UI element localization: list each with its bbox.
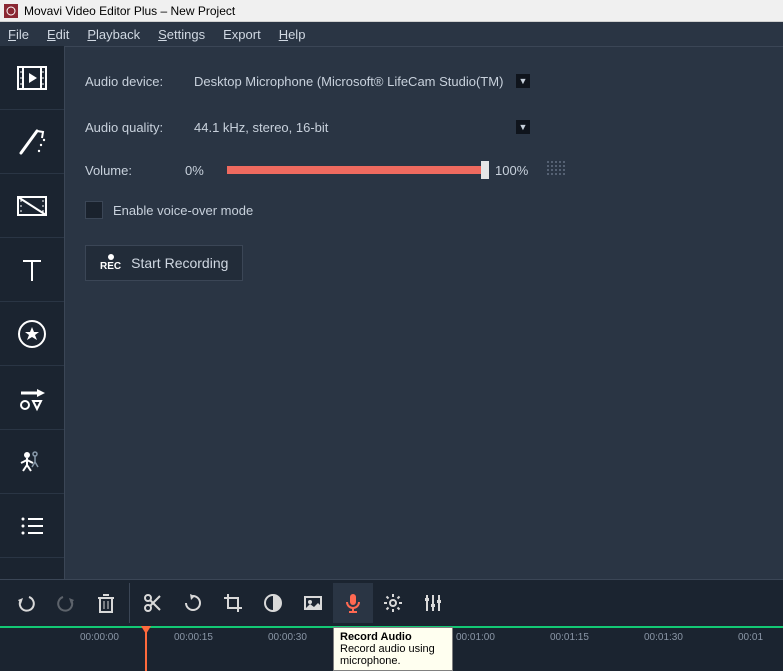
start-recording-button[interactable]: REC Start Recording	[85, 245, 243, 281]
audio-quality-select[interactable]: 44.1 kHz, stereo, 16-bit ▼	[185, 115, 535, 139]
crop-button[interactable]	[213, 583, 253, 623]
main: Audio device: Desktop Microphone (Micros…	[0, 46, 783, 579]
audio-quality-label: Audio quality:	[85, 120, 185, 135]
volume-min: 0%	[185, 163, 217, 178]
sidebar-filters-icon[interactable]	[0, 110, 64, 174]
equalizer-button[interactable]	[413, 583, 453, 623]
toolbar-divider	[129, 583, 130, 623]
sidebar-media-icon[interactable]	[0, 46, 64, 110]
menu-playback[interactable]: Playback	[87, 27, 140, 42]
sidebar-more-icon[interactable]	[0, 494, 64, 558]
tooltip-body: Record audio using microphone.	[340, 643, 446, 667]
time-tick: 00:00:30	[268, 632, 307, 643]
volume-meter-icon	[547, 161, 565, 179]
split-button[interactable]	[133, 583, 173, 623]
sidebar-stickers-icon[interactable]	[0, 302, 64, 366]
menubar: File Edit Playback Settings Export Help	[0, 22, 783, 46]
volume-slider[interactable]	[227, 166, 485, 174]
menu-help[interactable]: Help	[279, 27, 306, 42]
record-audio-button[interactable]: Record Audio Record audio using micropho…	[333, 583, 373, 623]
undo-button[interactable]	[6, 583, 46, 623]
redo-button[interactable]	[46, 583, 86, 623]
record-audio-tooltip: Record Audio Record audio using micropho…	[333, 627, 453, 671]
sidebar	[0, 46, 64, 579]
sidebar-transitions-icon[interactable]	[0, 174, 64, 238]
rec-icon: REC	[100, 254, 121, 272]
voiceover-checkbox[interactable]	[85, 201, 103, 219]
volume-label: Volume:	[85, 163, 185, 178]
start-recording-label: Start Recording	[131, 255, 228, 271]
audio-quality-value: 44.1 kHz, stereo, 16-bit	[194, 120, 328, 135]
menu-file[interactable]: File	[8, 27, 29, 42]
clip-properties-button[interactable]	[293, 583, 333, 623]
time-tick: 00:00:00	[80, 632, 119, 643]
slider-thumb[interactable]	[481, 161, 489, 179]
sidebar-titles-icon[interactable]	[0, 238, 64, 302]
timeline-toolbar: Record Audio Record audio using micropho…	[0, 579, 783, 626]
audio-record-panel: Audio device: Desktop Microphone (Micros…	[64, 46, 783, 579]
delete-button[interactable]	[86, 583, 126, 623]
rotate-button[interactable]	[173, 583, 213, 623]
chevron-down-icon: ▼	[516, 74, 530, 88]
time-tick: 00:01:30	[644, 632, 683, 643]
color-adjust-button[interactable]	[253, 583, 293, 623]
window-title: Movavi Video Editor Plus – New Project	[24, 4, 235, 18]
tooltip-title: Record Audio	[340, 631, 446, 643]
playhead[interactable]	[145, 628, 147, 671]
audio-device-select[interactable]: Desktop Microphone (Microsoft® LifeCam S…	[185, 69, 535, 93]
menu-settings[interactable]: Settings	[158, 27, 205, 42]
menu-export[interactable]: Export	[223, 27, 261, 42]
volume-max: 100%	[495, 163, 537, 178]
time-tick: 00:01	[738, 632, 763, 643]
sidebar-callouts-icon[interactable]	[0, 366, 64, 430]
titlebar: Movavi Video Editor Plus – New Project	[0, 0, 783, 22]
time-tick: 00:01:15	[550, 632, 589, 643]
voiceover-label: Enable voice-over mode	[113, 203, 253, 218]
audio-device-label: Audio device:	[85, 74, 185, 89]
sidebar-animation-icon[interactable]	[0, 430, 64, 494]
menu-edit[interactable]: Edit	[47, 27, 69, 42]
audio-device-value: Desktop Microphone (Microsoft® LifeCam S…	[194, 74, 503, 89]
time-tick: 00:00:15	[174, 632, 213, 643]
time-tick: 00:01:00	[456, 632, 495, 643]
settings-button[interactable]	[373, 583, 413, 623]
app-icon	[4, 4, 18, 18]
chevron-down-icon: ▼	[516, 120, 530, 134]
